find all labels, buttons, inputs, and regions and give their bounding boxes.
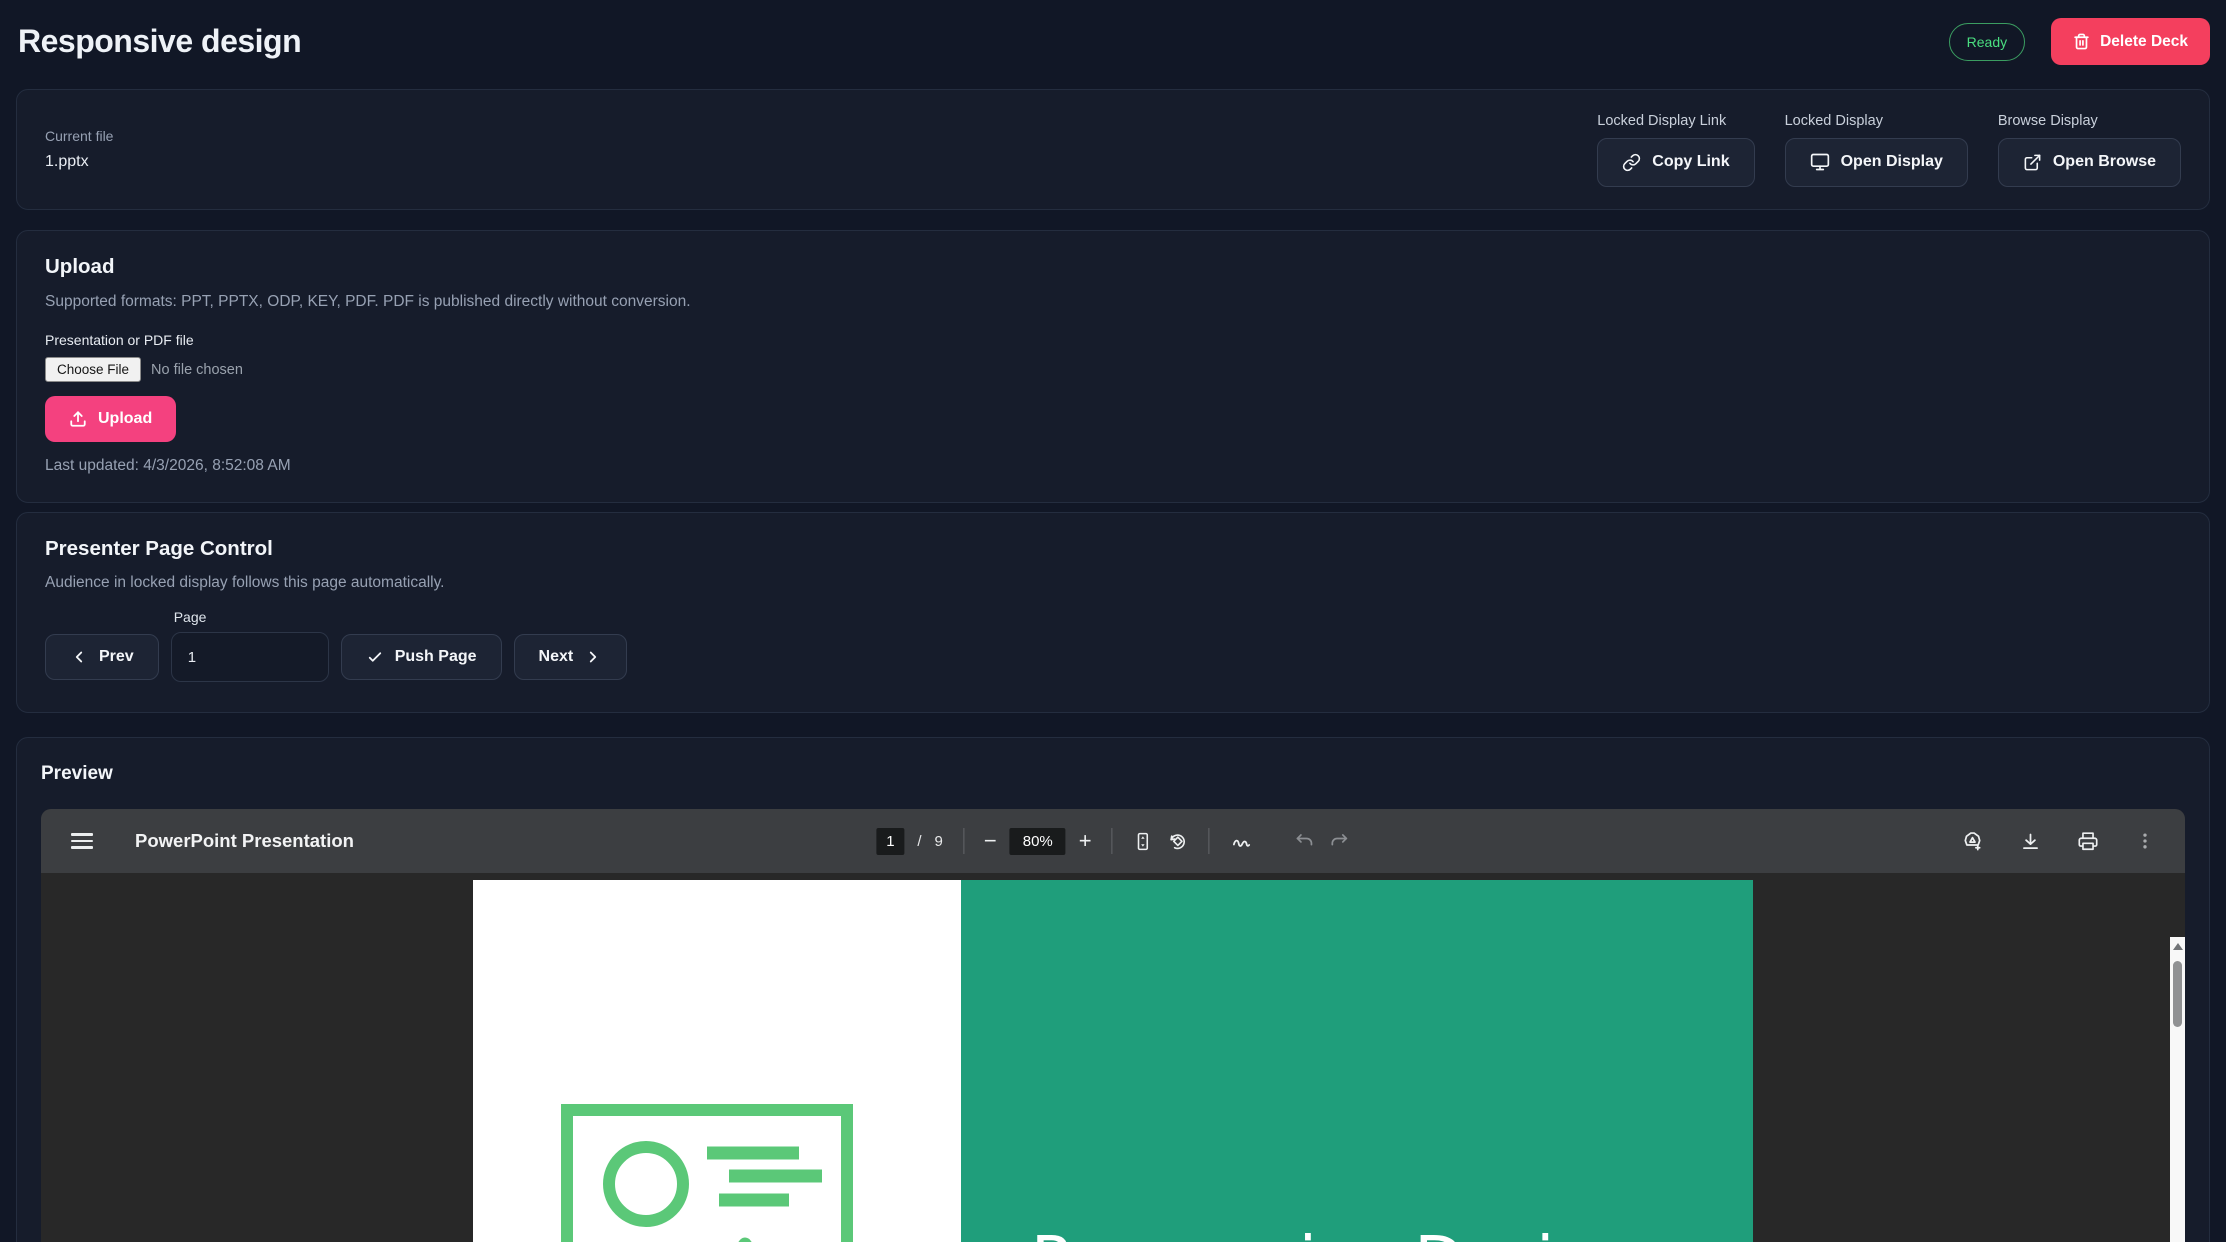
delete-deck-label: Delete Deck xyxy=(2100,33,2188,51)
no-file-chosen-text: No file chosen xyxy=(151,362,243,378)
more-options-button[interactable] xyxy=(2135,831,2155,851)
file-input[interactable]: Choose File No file chosen xyxy=(45,357,2181,382)
next-page-button[interactable]: Next xyxy=(514,634,628,680)
rotate-button[interactable] xyxy=(1167,830,1189,852)
zoom-in-button[interactable]: + xyxy=(1079,828,1092,854)
presenter-description: Audience in locked display follows this … xyxy=(45,574,2181,592)
presenter-control-card: Presenter Page Control Audience in locke… xyxy=(16,512,2210,713)
toolbar-divider xyxy=(1112,828,1113,854)
zoom-out-button[interactable]: − xyxy=(984,828,997,854)
redo-icon xyxy=(1329,831,1350,852)
toolbar-divider xyxy=(1209,828,1210,854)
locked-display-link-group: Locked Display Link Copy Link xyxy=(1597,113,1754,187)
print-button[interactable] xyxy=(2077,830,2099,852)
toolbar-divider xyxy=(1274,828,1275,854)
browse-display-label: Browse Display xyxy=(1998,113,2181,129)
copy-link-label: Copy Link xyxy=(1652,153,1729,171)
viewer-page-input[interactable]: 1 xyxy=(876,828,904,855)
slide-page: Responsive Design xyxy=(473,880,1753,1242)
presenter-heading: Presenter Page Control xyxy=(45,537,2181,561)
upload-card: Upload Supported formats: PPT, PPTX, ODP… xyxy=(16,230,2210,503)
kebab-menu-icon xyxy=(2135,831,2155,851)
download-icon xyxy=(2020,831,2041,852)
add-annotation-button[interactable] xyxy=(1961,830,1984,853)
slide-green-panel: Responsive Design xyxy=(961,880,1753,1242)
prev-label: Prev xyxy=(99,648,134,666)
menu-icon[interactable] xyxy=(71,833,93,849)
preview-card: Preview PowerPoint Presentation 1 / 9 − … xyxy=(16,737,2210,1242)
check-icon xyxy=(366,648,384,666)
upload-icon xyxy=(69,410,87,428)
print-icon xyxy=(2077,830,2099,852)
slide-title: Responsive Design xyxy=(1031,1224,1635,1242)
open-display-button[interactable]: Open Display xyxy=(1785,138,1968,187)
scrollbar-thumb[interactable] xyxy=(2173,961,2182,1027)
page-separator: / xyxy=(917,833,921,850)
choose-file-button[interactable]: Choose File xyxy=(45,357,141,382)
push-page-button[interactable]: Push Page xyxy=(341,634,502,680)
pdf-toolbar-right xyxy=(1961,830,2155,853)
toolbar-divider xyxy=(963,828,964,854)
upload-button[interactable]: Upload xyxy=(45,396,176,442)
external-link-icon xyxy=(2023,153,2042,172)
pdf-page-area: Responsive Design xyxy=(41,873,2185,1242)
link-icon xyxy=(1622,153,1641,172)
open-browse-label: Open Browse xyxy=(2053,153,2156,171)
prev-page-button[interactable]: Prev xyxy=(45,634,159,680)
rotate-icon xyxy=(1167,830,1189,852)
pdf-toolbar: PowerPoint Presentation 1 / 9 − 80% + xyxy=(41,809,2185,873)
current-file-name: 1.pptx xyxy=(45,153,113,171)
open-display-label: Open Display xyxy=(1841,153,1943,171)
fit-page-icon xyxy=(1133,831,1154,852)
push-page-label: Push Page xyxy=(395,648,477,666)
current-file-label: Current file xyxy=(45,128,113,144)
chevron-left-icon xyxy=(70,648,88,666)
upload-button-label: Upload xyxy=(98,410,152,428)
status-badge: Ready xyxy=(1949,23,2025,61)
trash-icon xyxy=(2073,33,2090,50)
next-label: Next xyxy=(539,648,574,666)
monitor-icon xyxy=(1810,152,1830,172)
ink-squiggle-icon xyxy=(1230,829,1254,853)
page-controls: Prev Page Push Page Next xyxy=(45,609,2181,682)
last-updated-text: Last updated: 4/3/2026, 8:52:08 AM xyxy=(45,457,2181,475)
fit-page-button[interactable] xyxy=(1133,831,1154,852)
annotate-button[interactable] xyxy=(1230,829,1254,853)
chevron-right-icon xyxy=(584,648,602,666)
current-file-info: Current file 1.pptx xyxy=(45,128,113,171)
supported-formats-text: Supported formats: PPT, PPTX, ODP, KEY, … xyxy=(45,293,2181,311)
copy-link-button[interactable]: Copy Link xyxy=(1597,138,1754,187)
page-header: Responsive design Ready Delete Deck xyxy=(16,0,2210,65)
locked-display-group: Locked Display Open Display xyxy=(1785,113,1968,187)
current-file-card: Current file 1.pptx Locked Display Link … xyxy=(16,89,2210,210)
open-browse-button[interactable]: Open Browse xyxy=(1998,138,2181,187)
page-title: Responsive design xyxy=(18,23,301,60)
viewer-scrollbar[interactable] xyxy=(2170,937,2185,1242)
upload-heading: Upload xyxy=(45,255,2181,279)
page-field-group: Page xyxy=(171,609,329,682)
undo-button[interactable] xyxy=(1295,831,1316,852)
redo-button[interactable] xyxy=(1329,831,1350,852)
deck-manager-page: Responsive design Ready Delete Deck Curr… xyxy=(0,0,2226,1242)
file-field-label: Presentation or PDF file xyxy=(45,332,2181,348)
scroll-up-arrow[interactable] xyxy=(2173,943,2183,950)
page-field-label: Page xyxy=(174,609,329,625)
download-button[interactable] xyxy=(2020,831,2041,852)
undo-icon xyxy=(1295,831,1316,852)
add-annotation-icon xyxy=(1961,830,1984,853)
preview-heading: Preview xyxy=(41,763,2185,785)
locked-display-link-label: Locked Display Link xyxy=(1597,113,1754,129)
zoom-level-input[interactable]: 80% xyxy=(1010,828,1066,855)
pdf-toolbar-center: 1 / 9 − 80% + xyxy=(876,809,1349,873)
display-actions: Locked Display Link Copy Link Locked Dis… xyxy=(1597,113,2181,187)
image-placeholder-icon xyxy=(561,1104,853,1242)
document-title: PowerPoint Presentation xyxy=(135,830,354,852)
locked-display-label: Locked Display xyxy=(1785,113,1968,129)
page-count: 9 xyxy=(935,833,943,850)
delete-deck-button[interactable]: Delete Deck xyxy=(2051,18,2210,65)
page-number-input[interactable] xyxy=(171,632,329,682)
pdf-viewer: PowerPoint Presentation 1 / 9 − 80% + xyxy=(41,809,2185,1242)
browse-display-group: Browse Display Open Browse xyxy=(1998,113,2181,187)
